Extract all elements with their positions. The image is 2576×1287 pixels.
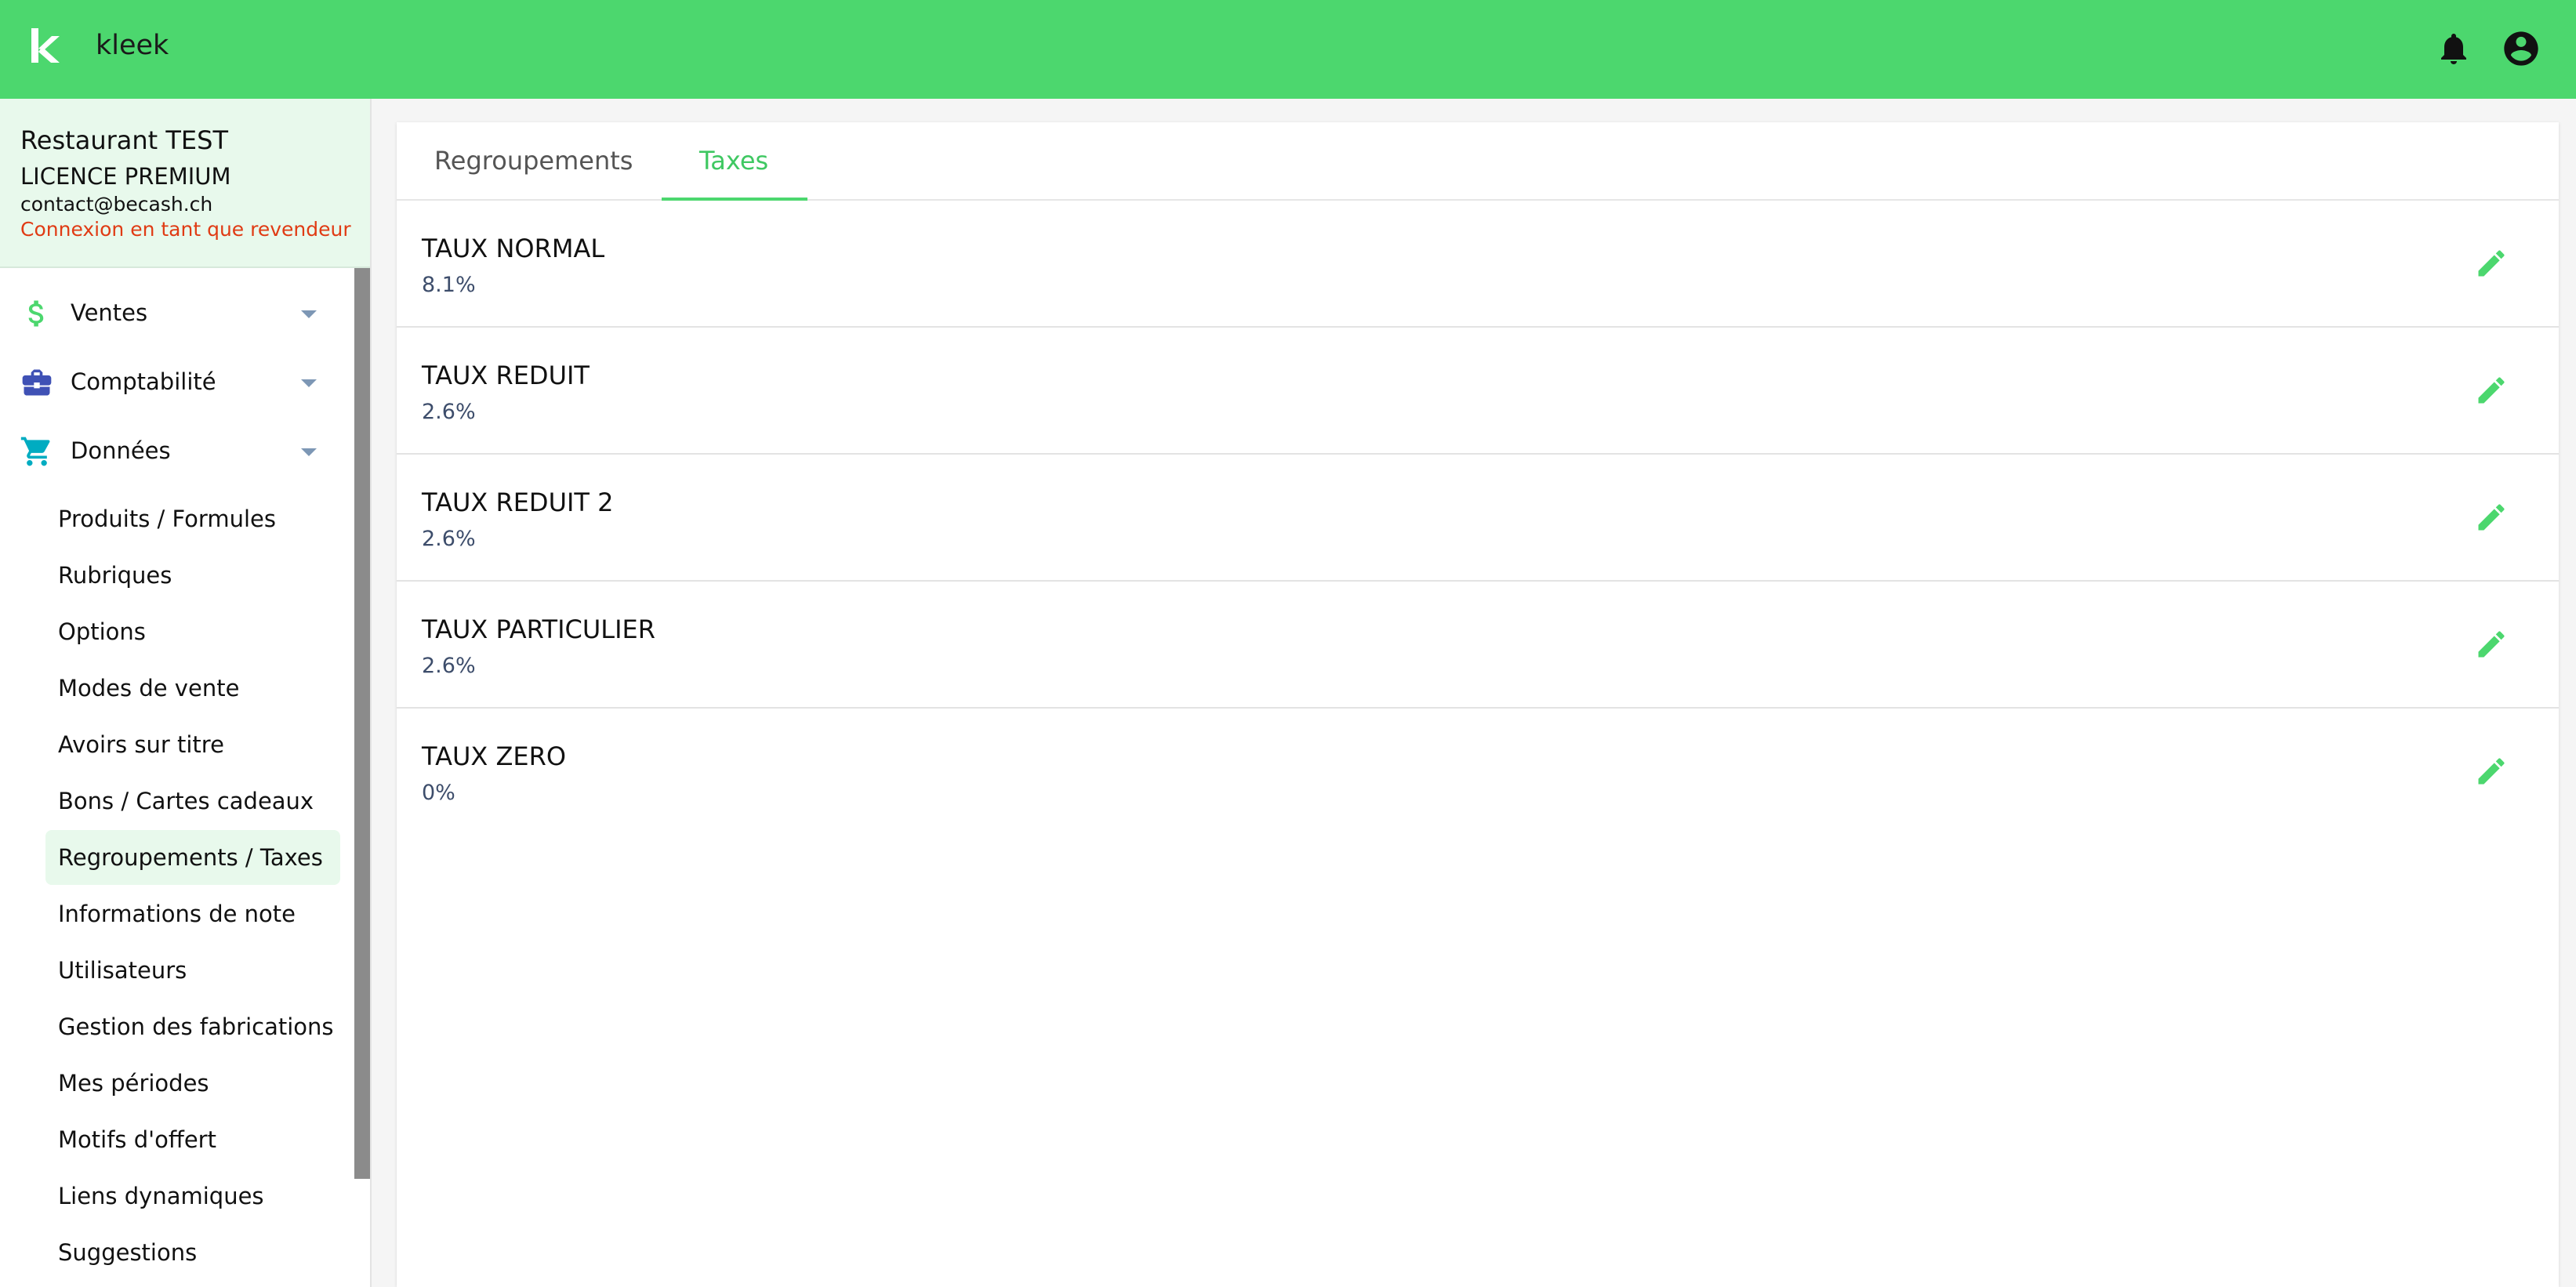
account-info: Restaurant TEST LICENCE PREMIUM contact@… bbox=[0, 99, 370, 268]
cart-icon bbox=[20, 437, 50, 466]
sidebar-item-label: Modes de vente bbox=[58, 675, 240, 702]
sidebar-section-ventes[interactable]: Ventes bbox=[0, 282, 354, 345]
sidebar-item-label: Regroupements / Taxes bbox=[58, 844, 323, 871]
edit-pencil-icon[interactable] bbox=[2474, 373, 2509, 408]
sidebar-item-label: Mes périodes bbox=[58, 1070, 209, 1097]
edit-pencil-icon[interactable] bbox=[2474, 754, 2509, 789]
tax-name: TAUX PARTICULIER bbox=[422, 614, 655, 644]
sidebar-item-utilisateurs[interactable]: Utilisateurs bbox=[45, 943, 340, 998]
sidebar-item-suggestions[interactable]: Suggestions bbox=[45, 1225, 340, 1280]
account-circle-icon[interactable] bbox=[2501, 28, 2542, 69]
tax-rate: 0% bbox=[422, 781, 455, 805]
sidebar: Restaurant TEST LICENCE PREMIUM contact@… bbox=[0, 99, 370, 1287]
sidebar-item-avoirs-sur-titre[interactable]: Avoirs sur titre bbox=[45, 717, 340, 772]
tab-regroupements[interactable]: Regroupements bbox=[397, 122, 662, 199]
sidebar-item-label: Bons / Cartes cadeaux bbox=[58, 788, 314, 814]
sidebar-item-produits-formules[interactable]: Produits / Formules bbox=[45, 491, 340, 546]
tax-name: TAUX REDUIT bbox=[422, 361, 590, 390]
account-email: contact@becash.ch bbox=[20, 193, 213, 216]
sidebar-section-label: Comptabilité bbox=[71, 368, 216, 395]
tax-rate: 2.6% bbox=[422, 400, 476, 424]
sidebar-item-label: Informations de note bbox=[58, 901, 296, 927]
sidebar-item-gestion-des-fabrications[interactable]: Gestion des fabrications bbox=[45, 999, 340, 1054]
edit-pencil-icon[interactable] bbox=[2474, 627, 2509, 662]
sidebar-item-modes-de-vente[interactable]: Modes de vente bbox=[45, 661, 340, 716]
app-name: kleek bbox=[96, 30, 169, 61]
tab-bar: Regroupements Taxes bbox=[397, 122, 2559, 201]
tax-row[interactable]: TAUX REDUIT 2.6% bbox=[397, 328, 2559, 455]
sidebar-item-label: Gestion des fabrications bbox=[58, 1013, 334, 1040]
restaurant-name: Restaurant TEST bbox=[20, 125, 228, 155]
tax-name: TAUX NORMAL bbox=[422, 234, 605, 263]
sidebar-item-options[interactable]: Options bbox=[45, 604, 340, 659]
sidebar-item-label: Utilisateurs bbox=[58, 957, 187, 984]
edit-pencil-icon[interactable] bbox=[2474, 500, 2509, 535]
sidebar-item-label: Avoirs sur titre bbox=[58, 731, 224, 758]
tax-row[interactable]: TAUX ZERO 0% bbox=[397, 709, 2559, 834]
dollar-icon bbox=[28, 300, 44, 327]
licence-label: LICENCE PREMIUM bbox=[20, 163, 231, 190]
tax-row[interactable]: TAUX REDUIT 2 2.6% bbox=[397, 455, 2559, 582]
sidebar-item-regroupements-taxes[interactable]: Regroupements / Taxes bbox=[45, 830, 340, 885]
tax-rate: 2.6% bbox=[422, 654, 476, 678]
tax-rate: 8.1% bbox=[422, 273, 476, 297]
reseller-login-link[interactable]: Connexion en tant que revendeur bbox=[20, 218, 351, 241]
sidebar-item-bons-cartes-cadeaux[interactable]: Bons / Cartes cadeaux bbox=[45, 774, 340, 828]
sidebar-item-label: Produits / Formules bbox=[58, 506, 276, 532]
tax-name: TAUX REDUIT 2 bbox=[422, 488, 614, 517]
top-app-bar: kleek bbox=[0, 0, 2576, 99]
sidebar-item-motifs-offert[interactable]: Motifs d'offert bbox=[45, 1112, 340, 1167]
sidebar-item-mes-periodes[interactable]: Mes périodes bbox=[45, 1056, 340, 1111]
sidebar-section-donnees[interactable]: Données bbox=[0, 420, 354, 483]
chevron-down-icon bbox=[301, 448, 317, 456]
edit-pencil-icon[interactable] bbox=[2474, 246, 2509, 281]
tab-label: Taxes bbox=[699, 146, 769, 176]
tax-rate: 2.6% bbox=[422, 527, 476, 551]
sidebar-item-liens-dynamiques[interactable]: Liens dynamiques bbox=[45, 1169, 340, 1224]
sidebar-item-informations-de-note[interactable]: Informations de note bbox=[45, 886, 340, 941]
sidebar-section-label: Ventes bbox=[71, 299, 148, 326]
sidebar-divider bbox=[370, 99, 372, 1287]
sidebar-scrollbar[interactable] bbox=[354, 268, 370, 1179]
sidebar-section-comptabilite[interactable]: Comptabilité bbox=[0, 351, 354, 414]
tax-name: TAUX ZERO bbox=[422, 741, 567, 771]
sidebar-item-label: Liens dynamiques bbox=[58, 1183, 264, 1209]
tax-row[interactable]: TAUX PARTICULIER 2.6% bbox=[397, 582, 2559, 709]
chevron-down-icon bbox=[301, 310, 317, 318]
sidebar-item-label: Suggestions bbox=[58, 1239, 198, 1266]
tab-taxes[interactable]: Taxes bbox=[662, 122, 807, 201]
chevron-down-icon bbox=[301, 379, 317, 387]
sidebar-item-label: Motifs d'offert bbox=[58, 1126, 216, 1153]
kleek-logo-icon[interactable] bbox=[28, 24, 63, 75]
sidebar-item-rubriques[interactable]: Rubriques bbox=[45, 548, 340, 603]
notifications-icon[interactable] bbox=[2435, 30, 2473, 67]
sidebar-item-label: Rubriques bbox=[58, 562, 172, 589]
taxes-panel: Regroupements Taxes TAUX NORMAL 8.1% TAU… bbox=[397, 122, 2559, 1287]
sidebar-section-label: Données bbox=[71, 437, 171, 464]
tab-label: Regroupements bbox=[434, 146, 633, 176]
sidebar-item-label: Options bbox=[58, 618, 146, 645]
briefcase-icon bbox=[22, 369, 52, 396]
tax-row[interactable]: TAUX NORMAL 8.1% bbox=[397, 201, 2559, 328]
